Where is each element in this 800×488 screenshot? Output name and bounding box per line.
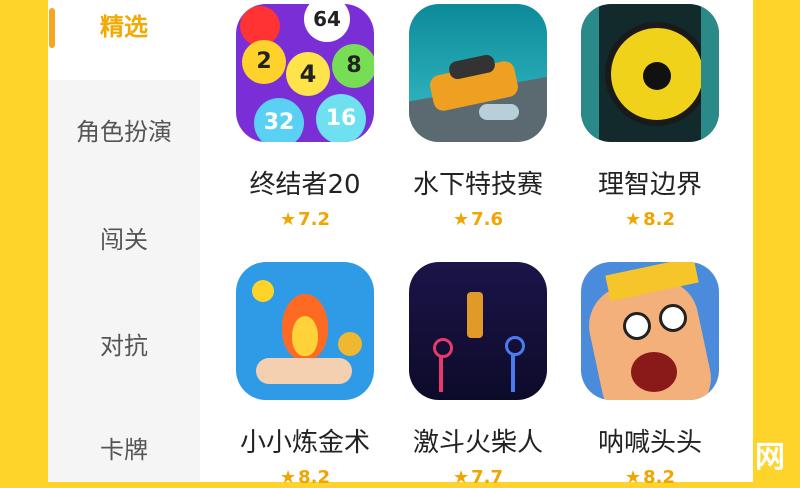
alchemy-fire-icon[interactable] [236, 262, 374, 400]
app-name: 激斗火柴人 [412, 428, 543, 458]
sidebar-item-featured[interactable]: 精选 [48, 0, 200, 80]
app-name: 呐喊头头 [597, 428, 702, 458]
app-name: 小小炼金术 [239, 428, 370, 458]
sidebar-item-versus[interactable]: 对抗 [48, 316, 200, 376]
watermark-logo: 网 [755, 440, 785, 475]
shouting-king-icon[interactable] [581, 262, 719, 400]
sidebar-item-label: 精选 [100, 13, 148, 41]
app-card[interactable]: 小小炼金术 ★ 8.2 [225, 262, 385, 488]
app-rating: ★ 7.6 [452, 209, 504, 230]
star-icon: ★ [452, 467, 470, 488]
sidebar-item-label: 闯关 [100, 226, 148, 254]
app-card[interactable]: 水下特技赛 ★ 7.6 [398, 4, 558, 230]
category-sidebar: 精选 角色扮演 闯关 对抗 卡牌 [48, 0, 200, 482]
underwater-race-car-icon[interactable] [409, 4, 547, 142]
sidebar-item-label: 卡牌 [100, 436, 148, 464]
ball-label: 4 [286, 52, 330, 96]
ball-label: 16 [316, 94, 366, 142]
app-name: 终结者20 [249, 170, 361, 200]
sidebar-item-levels[interactable]: 闯关 [48, 210, 200, 270]
app-rating: ★ 7.7 [452, 467, 504, 488]
stickman-fight-icon[interactable] [409, 262, 547, 400]
sidebar-item-label: 对抗 [100, 332, 148, 360]
app-name: 理智边界 [597, 170, 702, 200]
sidebar-item-role-play[interactable]: 角色扮演 [48, 102, 200, 162]
app-card[interactable]: 呐喊头头 ★ 8.2 [570, 262, 730, 488]
ball-label: 32 [254, 98, 304, 142]
star-icon: ★ [452, 209, 470, 230]
ball-label: 64 [304, 4, 350, 42]
app-card[interactable]: 理智边界 ★ 8.2 [570, 4, 730, 230]
sidebar-item-label: 角色扮演 [76, 118, 172, 146]
app-rating: ★ 8.2 [624, 209, 676, 230]
ball-label: 2 [242, 40, 286, 84]
active-indicator [49, 8, 55, 48]
sidebar-item-cards[interactable]: 卡牌 [48, 420, 200, 480]
ball-label: 8 [332, 44, 374, 88]
app-name: 水下特技赛 [412, 170, 543, 200]
star-icon: ★ [624, 209, 642, 230]
number-balls-game-icon[interactable]: 64 2 4 8 32 16 [236, 4, 374, 142]
monster-eye-icon[interactable] [581, 4, 719, 142]
star-icon: ★ [279, 209, 297, 230]
app-card[interactable]: 激斗火柴人 ★ 7.7 [398, 262, 558, 488]
app-card[interactable]: 64 2 4 8 32 16 终结者20 ★ 7.2 [225, 4, 385, 230]
app-rating: ★ 7.2 [279, 209, 331, 230]
app-rating: ★ 8.2 [624, 467, 676, 488]
app-rating: ★ 8.2 [279, 467, 331, 488]
star-icon: ★ [279, 467, 297, 488]
star-icon: ★ [624, 467, 642, 488]
